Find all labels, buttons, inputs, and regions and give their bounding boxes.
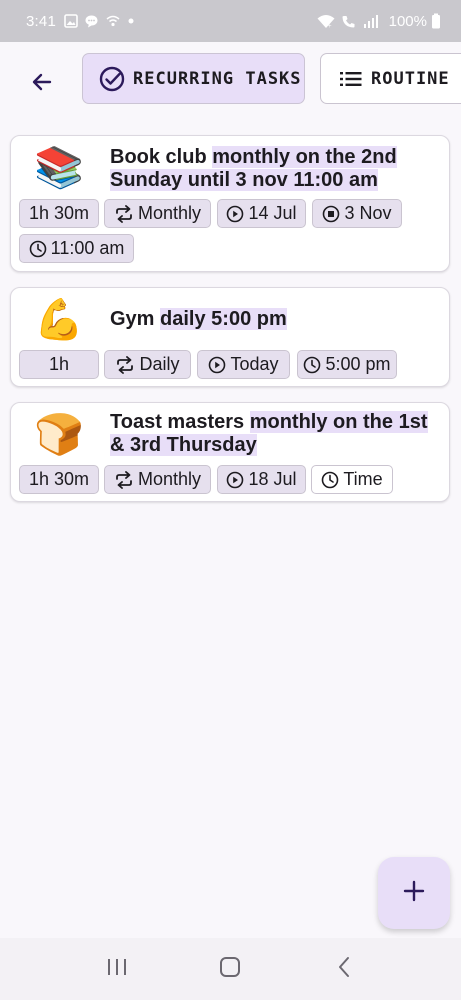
wifi-icon: +	[317, 14, 335, 29]
tab-recurring-tasks[interactable]: RECURRING TASKS	[82, 53, 305, 104]
list-icon	[339, 69, 363, 89]
task-card[interactable]: 💪 Gym daily 5:00 pm 1h Daily Today 5:00 …	[10, 287, 450, 387]
bread-emoji: 🍞	[34, 412, 84, 458]
task-title: Gym daily 5:00 pm	[110, 308, 437, 331]
clock-icon	[321, 471, 339, 489]
task-name: Gym	[110, 308, 155, 330]
start-date-chip[interactable]: 14 Jul	[217, 199, 306, 228]
clock-icon	[29, 240, 47, 258]
home-icon	[218, 955, 242, 984]
task-title: Toast masters monthly on the 1st & 3rd T…	[110, 411, 437, 457]
chat-icon	[84, 14, 99, 29]
repeat-icon	[115, 355, 135, 374]
clock-icon	[303, 356, 321, 374]
play-circle-icon	[226, 471, 244, 489]
repeat-chip[interactable]: Monthly	[104, 199, 211, 228]
repeat-icon	[114, 204, 134, 223]
arrow-left-icon	[30, 70, 54, 99]
check-circle-icon	[99, 66, 125, 92]
tab-label: ROUTINE L	[371, 68, 461, 89]
add-task-button[interactable]	[378, 857, 450, 929]
task-name: Book club	[110, 146, 207, 168]
time-chip[interactable]: Time	[311, 465, 393, 494]
plus-icon	[403, 880, 425, 907]
duration-chip[interactable]: 1h 30m	[19, 465, 99, 494]
back-icon	[334, 955, 354, 984]
recents-button[interactable]	[97, 949, 137, 989]
task-card[interactable]: 🍞 Toast masters monthly on the 1st & 3rd…	[10, 402, 450, 502]
task-title: Book club monthly on the 2nd Sunday unti…	[110, 146, 437, 192]
signal-icon	[363, 14, 379, 29]
system-nav-bar	[0, 938, 461, 1000]
recents-icon	[105, 956, 129, 983]
duration-chip[interactable]: 1h 30m	[19, 199, 99, 228]
end-date-chip[interactable]: 3 Nov	[312, 199, 402, 228]
repeat-icon	[114, 470, 134, 489]
play-circle-icon	[226, 205, 244, 223]
hotspot-icon	[105, 14, 121, 28]
nav-back-button[interactable]	[324, 949, 364, 989]
battery-icon	[431, 13, 441, 29]
svg-text:+: +	[328, 24, 332, 29]
books-emoji: 📚	[34, 145, 84, 191]
task-card[interactable]: 📚 Book club monthly on the 2nd Sunday un…	[10, 135, 450, 272]
duration-chip[interactable]: 1h	[19, 350, 99, 379]
tab-label: RECURRING TASKS	[133, 68, 302, 89]
top-app-bar: RECURRING TASKS ROUTINE L	[0, 42, 461, 126]
repeat-chip[interactable]: Monthly	[104, 465, 211, 494]
task-name: Toast masters	[110, 411, 245, 433]
status-time: 3:41	[26, 12, 56, 30]
stop-circle-icon	[322, 205, 340, 223]
home-button[interactable]	[210, 949, 250, 989]
tab-routine[interactable]: ROUTINE L	[320, 53, 461, 104]
gallery-icon	[64, 14, 78, 28]
time-chip[interactable]: 11:00 am	[19, 234, 134, 263]
start-date-chip[interactable]: 18 Jul	[217, 465, 306, 494]
time-chip[interactable]: 5:00 pm	[297, 350, 397, 379]
back-button[interactable]	[24, 66, 60, 102]
status-bar: 3:41 + 100%	[0, 0, 461, 42]
flexed-biceps-emoji: 💪	[34, 297, 84, 343]
task-schedule: daily 5:00 pm	[160, 308, 287, 330]
play-circle-icon	[208, 356, 226, 374]
battery-percent: 100%	[388, 12, 427, 30]
dot-icon	[127, 17, 135, 25]
start-date-chip[interactable]: Today	[197, 350, 290, 379]
repeat-chip[interactable]: Daily	[104, 350, 191, 379]
call-icon	[341, 14, 357, 29]
